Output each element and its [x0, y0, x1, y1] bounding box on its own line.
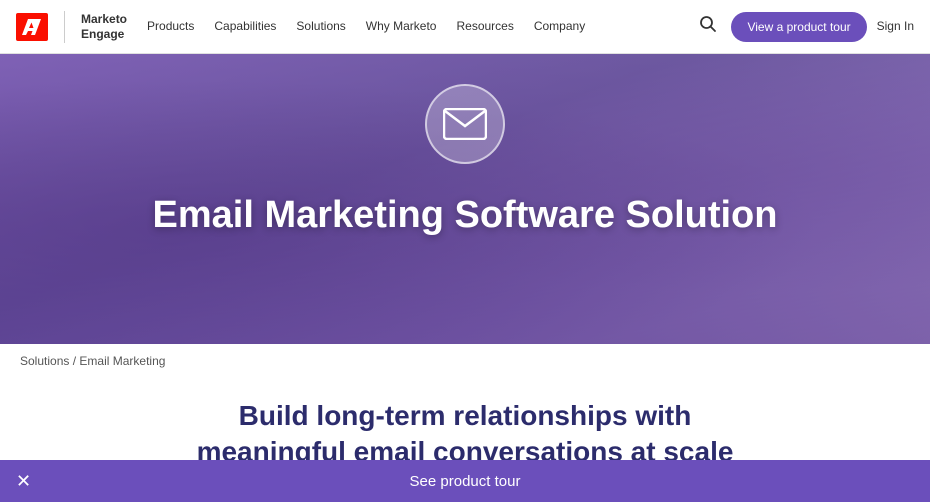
sign-in-link[interactable]: Sign In — [877, 19, 914, 35]
nav-item-why-marketo[interactable]: Why Marketo — [358, 15, 445, 39]
adobe-logo-icon — [16, 13, 48, 41]
nav-item-solutions[interactable]: Solutions — [288, 15, 353, 39]
breadcrumb-current: Email Marketing — [79, 354, 165, 368]
banner-close-button[interactable]: ✕ — [16, 471, 31, 492]
logo-divider — [64, 11, 65, 43]
nav-links: Products Capabilities Solutions Why Mark… — [139, 15, 695, 39]
nav-item-company[interactable]: Company — [526, 15, 593, 39]
product-tour-button[interactable]: View a product tour — [731, 12, 866, 42]
search-button[interactable] — [695, 11, 721, 42]
bottom-banner: ✕ See product tour — [0, 460, 930, 502]
hero-content: Email Marketing Software Solution — [0, 54, 930, 237]
banner-label[interactable]: See product tour — [410, 473, 521, 490]
content-heading-line1: Build long-term relationships with — [239, 400, 692, 431]
nav-actions: View a product tour Sign In — [695, 11, 914, 42]
nav-item-resources[interactable]: Resources — [448, 15, 521, 39]
nav-item-capabilities[interactable]: Capabilities — [206, 15, 284, 39]
nav-item-products[interactable]: Products — [139, 15, 202, 39]
navbar: Marketo Engage Products Capabilities Sol… — [0, 0, 930, 54]
breadcrumb-parent[interactable]: Solutions — [20, 354, 69, 368]
hero-title: Email Marketing Software Solution — [113, 194, 818, 237]
email-icon-circle — [425, 84, 505, 164]
content-section: Build long-term relationships with meani… — [0, 378, 930, 471]
hero-section: Email Marketing Software Solution — [0, 54, 930, 344]
email-icon — [443, 108, 487, 140]
breadcrumb: Solutions / Email Marketing — [0, 344, 930, 378]
search-icon — [699, 15, 717, 33]
marketo-logo-text: Marketo Engage — [81, 12, 127, 41]
logo[interactable]: Marketo Engage — [16, 11, 127, 43]
